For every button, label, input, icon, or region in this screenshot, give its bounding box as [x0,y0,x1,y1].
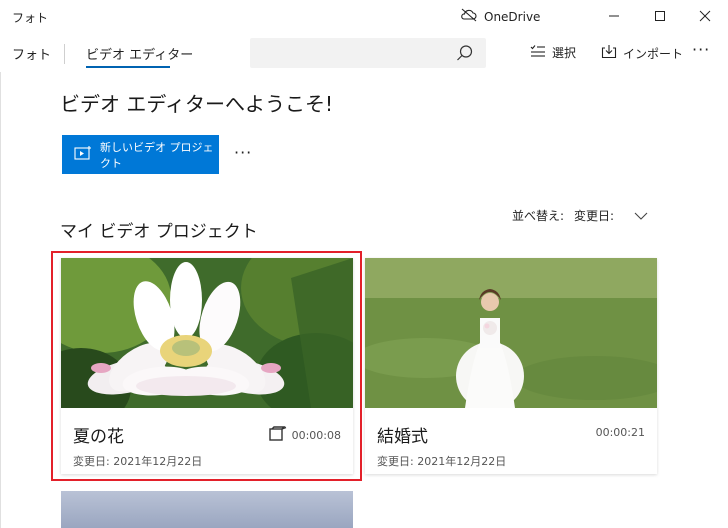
sort-value: 変更日: [574,209,615,223]
search-icon[interactable] [456,44,474,66]
page-title: ビデオ エディターへようこそ! [60,92,333,116]
video-project-icon [74,145,92,164]
active-tab-indicator [86,66,170,68]
minimize-button[interactable] [591,0,637,32]
more-actions-button[interactable]: ··· [234,143,252,162]
onedrive-status[interactable]: OneDrive [460,8,540,25]
sort-dropdown[interactable]: 並べ替え: 変更日: [512,207,648,224]
new-video-project-button[interactable]: 新しいビデオ プロジェクト [62,135,219,174]
more-options-button[interactable]: ··· [692,40,710,59]
select-list-icon [530,44,546,61]
nav-photos[interactable]: フォト [12,44,51,63]
project-thumbnail [365,258,657,408]
cloud-off-icon [460,8,478,25]
left-edge [0,72,1,528]
nav-divider [64,44,65,64]
duration-value: 00:00:21 [595,426,645,439]
nav-video-editor[interactable]: ビデオ エディター [86,44,193,63]
project-modified-date: 変更日: 2021年12月22日 [377,455,507,468]
select-button[interactable]: 選択 [530,44,576,61]
new-video-project-label: 新しいビデオ プロジェクト [100,140,214,170]
selection-highlight [51,251,362,481]
maximize-button[interactable] [637,0,683,32]
import-button[interactable]: インポート [601,44,683,62]
minimize-icon [609,15,619,17]
select-label: 選択 [552,46,577,60]
onedrive-label: OneDrive [484,9,541,24]
project-name: 結婚式 [377,427,428,447]
project-card[interactable]: 結婚式 00:00:21 変更日: 2021年12月22日 [365,258,657,474]
chevron-down-icon [634,209,648,223]
project-card[interactable] [61,491,353,528]
import-icon [601,44,617,62]
maximize-icon [655,11,665,21]
close-icon [699,10,711,22]
section-title: マイ ビデオ プロジェクト [60,222,258,242]
app-title: フォト [12,11,49,25]
project-duration: 00:00:21 [596,426,645,439]
project-thumbnail [61,491,353,528]
search-input[interactable] [250,38,486,68]
top-nav: フォト ビデオ エディター 選択 インポート ··· [0,32,728,72]
close-button[interactable] [682,0,728,32]
sort-label: 並べ替え: [512,209,565,223]
title-bar: フォト OneDrive [0,0,728,32]
import-label: インポート [623,46,684,61]
